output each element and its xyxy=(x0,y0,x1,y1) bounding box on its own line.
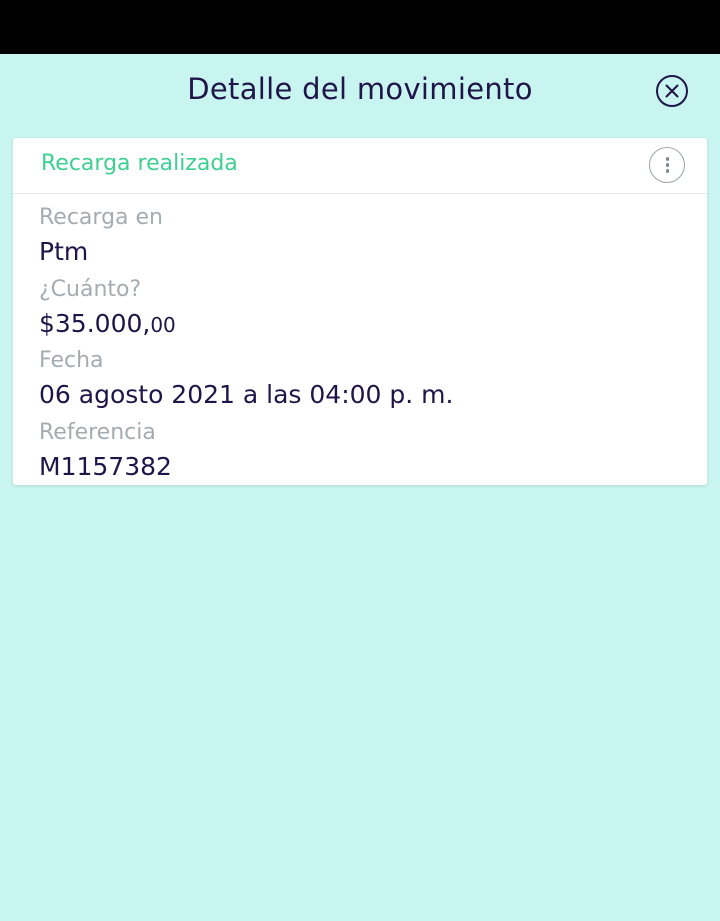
more-options-button[interactable] xyxy=(649,147,685,183)
card-header: Recarga realizada xyxy=(13,138,707,194)
status-label: Recarga realizada xyxy=(41,151,238,176)
reference-value: M1157382 xyxy=(39,452,172,481)
movement-card: Recarga realizada Recarga en Ptm ¿Cuánto… xyxy=(13,138,707,485)
close-icon xyxy=(656,75,688,107)
amount-label: ¿Cuánto? xyxy=(39,277,142,302)
amount-value: $35.000,00 xyxy=(39,309,176,338)
header: Detalle del movimiento xyxy=(0,54,720,138)
date-label: Fecha xyxy=(39,348,104,373)
amount-cents: 00 xyxy=(150,313,176,337)
reference-label: Referencia xyxy=(39,420,156,445)
page-title: Detalle del movimiento xyxy=(187,72,533,106)
date-value: 06 agosto 2021 a las 04:00 p. m. xyxy=(39,380,454,409)
amount-main: $35.000, xyxy=(39,309,151,338)
recharge-in-value: Ptm xyxy=(39,237,89,266)
recharge-in-label: Recarga en xyxy=(39,205,163,230)
movement-detail-screen: Detalle del movimiento Recarga realizada… xyxy=(0,54,720,921)
close-button[interactable] xyxy=(656,75,688,107)
status-bar xyxy=(0,0,720,54)
